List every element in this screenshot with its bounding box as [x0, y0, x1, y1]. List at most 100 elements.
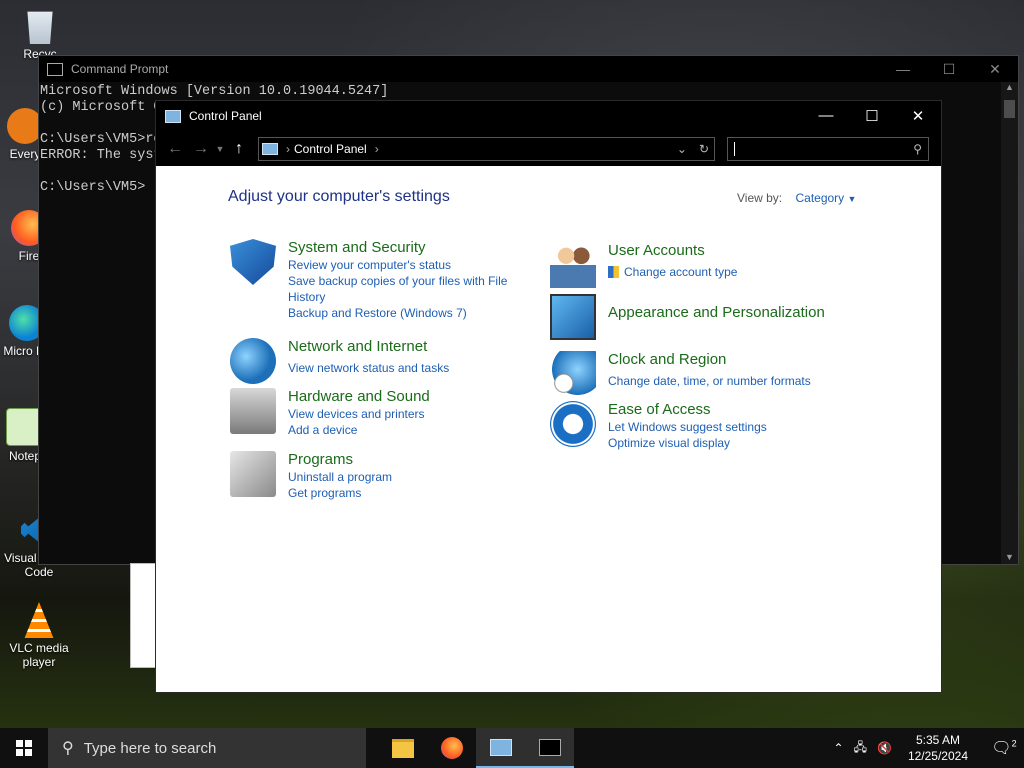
minimize-icon[interactable]: — [880, 61, 926, 78]
monitor-palette-icon[interactable] [550, 294, 596, 340]
control-panel-icon [165, 109, 181, 123]
category-network-internet: Network and Internet View network status… [230, 338, 449, 384]
category-title[interactable]: Ease of Access [608, 401, 711, 418]
clock[interactable]: 5:35 AM 12/25/2024 [908, 732, 968, 764]
link-change-account-type[interactable]: Change account type [608, 264, 737, 280]
terminal-icon [538, 738, 561, 756]
maximize-icon[interactable]: ☐ [849, 107, 895, 125]
chevron-right-icon[interactable]: › [375, 142, 379, 156]
breadcrumb-control-panel[interactable]: Control Panel [294, 142, 367, 156]
windows-logo-icon [16, 740, 32, 756]
clock-globe-icon[interactable] [550, 351, 596, 397]
address-bar-row: ← → ▼ ↑ › Control Panel › ⌄ ↻ ⚲ [156, 131, 941, 166]
recent-locations-icon[interactable]: ▼ [214, 144, 226, 154]
chevron-up-icon[interactable]: ⌃ [834, 741, 844, 755]
uac-shield-icon [608, 266, 619, 278]
volume-muted-icon[interactable]: 🔇 [877, 741, 892, 755]
desktop-icon-vlc[interactable]: VLC media player [0, 602, 78, 669]
category-user-accounts: User Accounts Change account type [550, 242, 737, 288]
taskbar-firefox[interactable] [427, 728, 476, 768]
maximize-icon[interactable]: ☐ [926, 61, 972, 78]
clock-time: 5:35 AM [915, 733, 960, 747]
cp-title-bar[interactable]: Control Panel — ☐ ✕ [156, 101, 941, 131]
start-button[interactable] [0, 728, 48, 768]
scroll-up-icon[interactable]: ▲ [1001, 82, 1018, 92]
link-optimize-display[interactable]: Optimize visual display [608, 435, 767, 451]
desktop-icon-label: Fire [18, 249, 40, 263]
cmd-title: Command Prompt [71, 62, 169, 76]
search-icon: ⚲ [62, 740, 74, 757]
forward-arrow-icon[interactable]: → [188, 140, 214, 158]
scroll-thumb[interactable] [1004, 100, 1015, 118]
firefox-icon [440, 737, 463, 759]
link-backup-restore[interactable]: Backup and Restore (Windows 7) [288, 305, 518, 321]
desktop-icon-recycle-bin[interactable]: Recyc [1, 8, 79, 61]
link-change-date-formats[interactable]: Change date, time, or number formats [608, 373, 811, 389]
cmd-scrollbar[interactable]: ▲ ▼ [1001, 82, 1018, 564]
cmd-app-icon [47, 62, 63, 76]
link-add-device[interactable]: Add a device [288, 422, 430, 438]
scroll-down-icon[interactable]: ▼ [1001, 552, 1018, 562]
category-title[interactable]: Appearance and Personalization [608, 304, 825, 322]
link-file-history[interactable]: Save backup copies of your files with Fi… [288, 273, 518, 305]
network-icon[interactable]: 🖧 [854, 738, 867, 759]
network-globe-icon[interactable] [230, 338, 276, 384]
address-bar[interactable]: › Control Panel › ⌄ ↻ [258, 136, 715, 161]
taskbar-file-explorer[interactable] [378, 728, 427, 768]
printer-speaker-icon[interactable] [230, 388, 276, 434]
search-icon[interactable]: ⚲ [913, 142, 922, 156]
taskbar-command-prompt[interactable] [525, 728, 574, 768]
folder-icon [391, 738, 414, 758]
category-title[interactable]: Programs [288, 451, 353, 468]
refresh-icon[interactable]: ↻ [699, 142, 709, 156]
link-uninstall-program[interactable]: Uninstall a program [288, 469, 392, 485]
text-caret [734, 141, 735, 156]
chevron-down-icon[interactable]: ▼ [848, 194, 857, 204]
category-system-security: System and Security Review your computer… [230, 239, 518, 321]
category-title[interactable]: Clock and Region [608, 351, 726, 368]
view-by-value[interactable]: Category [795, 191, 844, 205]
taskbar: ⚲ Type here to search ⌃ 🖧 🔇 5:35 AM 12/2… [0, 728, 1024, 768]
up-arrow-icon[interactable]: ↑ [226, 140, 252, 158]
control-panel-window[interactable]: Control Panel — ☐ ✕ ← → ▼ ↑ › Control Pa… [155, 100, 942, 693]
search-control-panel-input[interactable]: ⚲ [727, 136, 929, 161]
close-icon[interactable]: ✕ [972, 61, 1018, 78]
cp-small-icon [262, 142, 278, 155]
category-ease-of-access: Ease of Access Let Windows suggest setti… [550, 401, 767, 451]
view-by-label: View by: [737, 191, 783, 205]
view-by: View by: Category ▼ [737, 191, 856, 205]
close-icon[interactable]: ✕ [895, 107, 941, 125]
link-get-programs[interactable]: Get programs [288, 485, 392, 501]
shield-icon[interactable] [230, 239, 276, 285]
ease-of-access-icon[interactable] [550, 401, 596, 447]
category-title[interactable]: System and Security [288, 239, 426, 256]
link-text[interactable]: Change account type [624, 265, 737, 279]
taskbar-search-placeholder: Type here to search [83, 739, 217, 757]
back-arrow-icon[interactable]: ← [162, 140, 188, 158]
link-network-status[interactable]: View network status and tasks [288, 360, 449, 376]
category-title[interactable]: Hardware and Sound [288, 388, 430, 405]
chevron-down-icon[interactable]: ⌄ [677, 142, 687, 156]
notification-center-button[interactable]: 🗨2 [984, 738, 1024, 758]
taskbar-search-box[interactable]: ⚲ Type here to search [48, 728, 366, 768]
cp-title: Control Panel [189, 109, 262, 123]
link-devices-printers[interactable]: View devices and printers [288, 406, 430, 422]
chevron-right-icon[interactable]: › [286, 142, 290, 156]
clock-date: 12/25/2024 [907, 749, 968, 763]
page-title: Adjust your computer's settings [228, 188, 450, 205]
programs-box-icon[interactable] [230, 451, 276, 497]
link-review-status[interactable]: Review your computer's status [288, 257, 518, 273]
taskbar-control-panel[interactable] [476, 728, 525, 768]
recycle-bin-icon [27, 11, 53, 44]
category-title[interactable]: Network and Internet [288, 338, 427, 355]
desktop-icon-label: Every [9, 147, 41, 161]
cmd-title-bar[interactable]: Command Prompt — ☐ ✕ [39, 56, 1018, 82]
category-title[interactable]: User Accounts [608, 242, 705, 259]
vlc-icon [24, 602, 54, 638]
link-windows-suggest[interactable]: Let Windows suggest settings [608, 419, 767, 435]
category-programs: Programs Uninstall a program Get program… [230, 451, 392, 501]
users-icon[interactable] [550, 242, 596, 288]
view-by-dropdown[interactable]: Category ▼ [795, 191, 856, 205]
desktop-icon-label: Notep [8, 449, 42, 463]
minimize-icon[interactable]: — [803, 107, 849, 125]
